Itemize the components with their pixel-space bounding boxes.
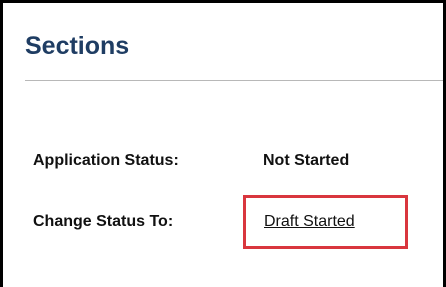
change-status-label: Change Status To:: [33, 213, 174, 230]
draft-started-link[interactable]: Draft Started: [264, 212, 355, 232]
panel-title: Sections: [25, 32, 130, 60]
title-divider: [25, 80, 443, 81]
sections-panel: Sections Application Status: Not Started…: [0, 0, 446, 287]
application-status-label: Application Status:: [33, 152, 179, 169]
application-status-value: Not Started: [263, 152, 350, 169]
